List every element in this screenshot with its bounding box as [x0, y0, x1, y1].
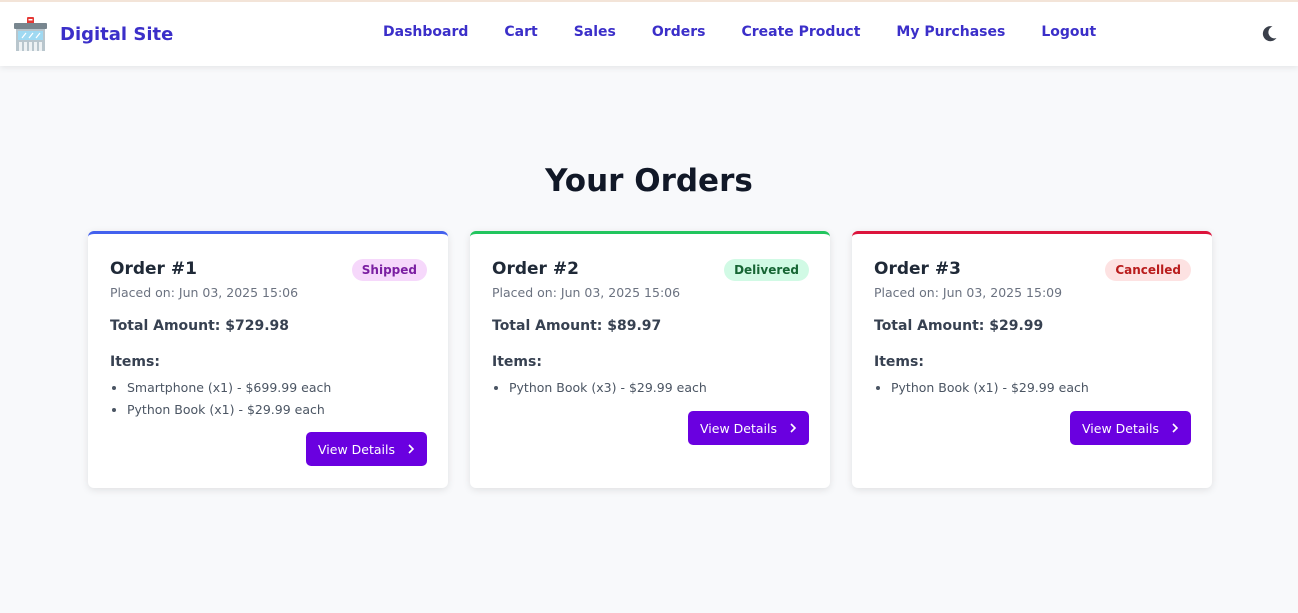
list-item: Python Book (x1) - $29.99 each	[876, 380, 1089, 402]
items-list: Smartphone (x1) - $699.99 each Python Bo…	[111, 380, 331, 424]
nav-link-dashboard[interactable]: Dashboard	[383, 24, 468, 40]
list-item: Python Book (x1) - $29.99 each	[111, 402, 331, 424]
navbar: Digital Site Dashboard Cart Sales Orders…	[0, 0, 1298, 66]
view-details-button[interactable]: View Details	[306, 432, 427, 466]
order-total: Total Amount: $729.98	[110, 318, 290, 334]
brand-link[interactable]: Digital Site	[13, 16, 173, 52]
nav-link-logout[interactable]: Logout	[1041, 24, 1096, 40]
order-title: Order #1	[110, 259, 197, 279]
store-icon	[14, 17, 47, 51]
nav-links: Dashboard Cart Sales Orders Create Produ…	[383, 24, 1096, 40]
view-details-label: View Details	[700, 420, 777, 436]
order-date: Placed on: Jun 03, 2025 15:09	[874, 285, 1063, 300]
list-item: Python Book (x3) - $29.99 each	[494, 380, 707, 402]
chevron-right-icon	[1172, 423, 1179, 433]
nav-link-cart[interactable]: Cart	[504, 24, 537, 40]
order-total: Total Amount: $29.99	[874, 318, 1044, 334]
order-date: Placed on: Jun 03, 2025 15:06	[110, 285, 299, 300]
view-details-label: View Details	[1082, 420, 1159, 436]
page-title: Your Orders	[545, 163, 753, 199]
order-title: Order #3	[874, 259, 961, 279]
view-details-label: View Details	[318, 441, 395, 457]
view-details-button[interactable]: View Details	[688, 411, 809, 445]
items-heading: Items:	[492, 354, 542, 370]
chevron-right-icon	[408, 444, 415, 454]
view-details-button[interactable]: View Details	[1070, 411, 1191, 445]
order-card: Order #3 Cancelled Placed on: Jun 03, 20…	[852, 231, 1212, 488]
status-badge: Shipped	[351, 259, 427, 281]
nav-link-my-purchases[interactable]: My Purchases	[896, 24, 1005, 40]
nav-link-orders[interactable]: Orders	[652, 24, 706, 40]
items-list: Python Book (x3) - $29.99 each	[494, 380, 707, 402]
list-item: Smartphone (x1) - $699.99 each	[111, 380, 331, 402]
order-card: Order #1 Shipped Placed on: Jun 03, 2025…	[88, 231, 448, 488]
status-badge: Cancelled	[1105, 259, 1191, 281]
order-total: Total Amount: $89.97	[492, 318, 662, 334]
status-badge: Delivered	[724, 259, 809, 281]
items-heading: Items:	[874, 354, 924, 370]
moon-icon[interactable]	[1259, 24, 1279, 44]
order-date: Placed on: Jun 03, 2025 15:06	[492, 285, 681, 300]
chevron-right-icon	[790, 423, 797, 433]
nav-link-sales[interactable]: Sales	[574, 24, 616, 40]
items-heading: Items:	[110, 354, 160, 370]
order-card: Order #2 Delivered Placed on: Jun 03, 20…	[470, 231, 830, 488]
nav-link-create-product[interactable]: Create Product	[741, 24, 860, 40]
order-title: Order #2	[492, 259, 579, 279]
items-list: Python Book (x1) - $29.99 each	[876, 380, 1089, 402]
brand-name: Digital Site	[60, 23, 174, 45]
